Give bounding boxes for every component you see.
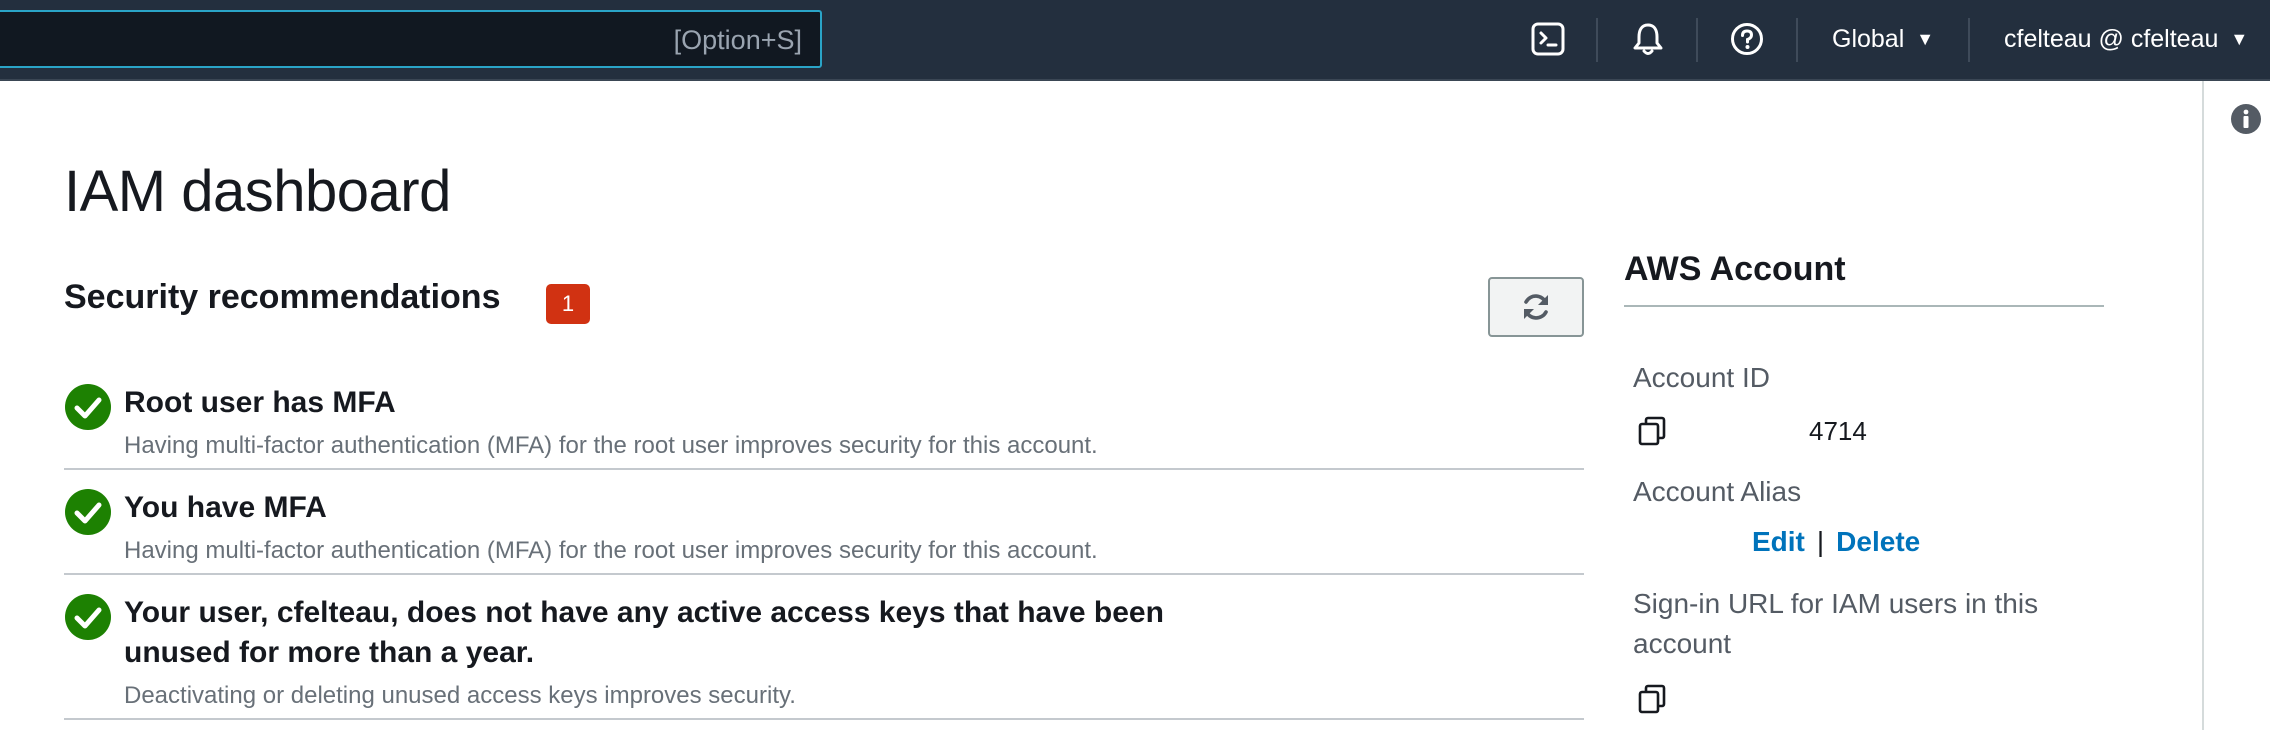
delete-alias-link[interactable]: Delete bbox=[1836, 526, 1920, 558]
separator: | bbox=[1816, 526, 1825, 557]
account-id-label: Account ID bbox=[1633, 362, 1770, 393]
nav-divider bbox=[1596, 18, 1598, 62]
cloudshell-icon[interactable] bbox=[1529, 20, 1567, 58]
divider bbox=[1624, 305, 2104, 307]
account-id-value: 4714 bbox=[1809, 416, 1867, 446]
recommendation-description: Having multi-factor authentication (MFA)… bbox=[124, 432, 1098, 459]
copy-icon[interactable] bbox=[1636, 414, 1668, 451]
account-alias-label: Account Alias bbox=[1633, 476, 1802, 507]
success-check-icon bbox=[65, 384, 111, 430]
caret-down-icon: ▼ bbox=[2230, 29, 2249, 49]
aws-account-heading: AWS Account bbox=[1624, 250, 1846, 288]
recommendation-description: Deactivating or deleting unused access k… bbox=[124, 682, 796, 709]
top-navigation: [Option+S] Global ▼ cfelteau @ cfelteau … bbox=[0, 0, 2270, 81]
bell-icon[interactable] bbox=[1629, 20, 1667, 58]
search-shortcut-hint: [Option+S] bbox=[673, 25, 802, 55]
region-label: Global bbox=[1832, 25, 1905, 53]
divider bbox=[64, 718, 1584, 720]
help-icon[interactable] bbox=[1728, 20, 1766, 58]
search-input[interactable]: [Option+S] bbox=[0, 10, 822, 68]
recommendation-title: Root user has MFA bbox=[124, 386, 396, 419]
info-icon[interactable] bbox=[2230, 103, 2262, 140]
recommendation-description: Having multi-factor authentication (MFA)… bbox=[124, 537, 1098, 564]
security-recommendations-heading: Security recommendations bbox=[64, 278, 501, 316]
signin-url-label: Sign-in URL for IAM users in this accoun… bbox=[1633, 588, 2039, 659]
success-check-icon bbox=[65, 594, 111, 640]
alias-actions: Edit | Delete bbox=[1752, 526, 1920, 558]
nav-divider bbox=[1696, 18, 1698, 62]
caret-down-icon: ▼ bbox=[1916, 29, 1935, 49]
success-check-icon bbox=[65, 489, 111, 535]
divider bbox=[64, 468, 1584, 470]
nav-divider bbox=[1968, 18, 1970, 62]
refresh-icon bbox=[1524, 294, 1548, 320]
account-user-label: cfelteau @ cfelteau bbox=[2004, 25, 2219, 53]
account-menu[interactable]: cfelteau @ cfelteau ▼ bbox=[2004, 25, 2248, 54]
region-selector[interactable]: Global ▼ bbox=[1832, 25, 1934, 54]
copy-icon[interactable] bbox=[1636, 682, 1668, 719]
recommendation-title: You have MFA bbox=[124, 491, 327, 524]
recommendation-count-badge: 1 bbox=[546, 284, 590, 324]
divider bbox=[64, 573, 1584, 575]
refresh-button[interactable] bbox=[1488, 277, 1584, 337]
recommendation-title: Your user, cfelteau, does not have any a… bbox=[124, 596, 1164, 669]
edit-alias-link[interactable]: Edit bbox=[1752, 526, 1805, 558]
page-title: IAM dashboard bbox=[64, 159, 451, 224]
nav-divider bbox=[1796, 18, 1798, 62]
tools-rail bbox=[2202, 81, 2270, 730]
